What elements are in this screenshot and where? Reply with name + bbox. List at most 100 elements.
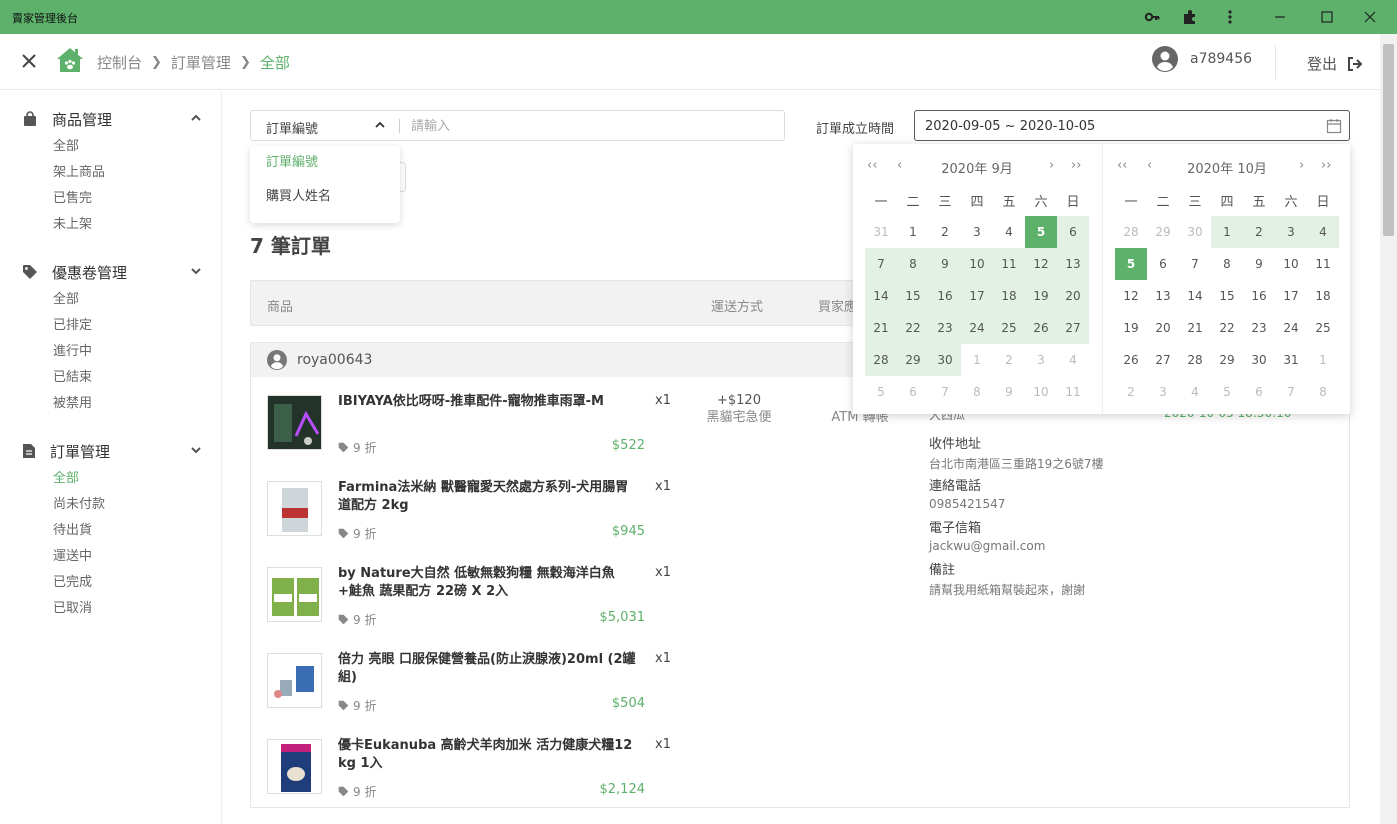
calendar-day[interactable]: 7 <box>1275 376 1307 408</box>
key-icon[interactable] <box>1144 8 1160 26</box>
calendar-day[interactable]: 2 <box>929 216 961 248</box>
calendar-day[interactable]: 26 <box>1115 344 1147 376</box>
next-month-icon[interactable]: › <box>1049 158 1054 173</box>
calendar-day[interactable]: 13 <box>1057 248 1089 280</box>
calendar-day[interactable]: 29 <box>1147 216 1179 248</box>
calendar-day[interactable]: 8 <box>897 248 929 280</box>
calendar-day[interactable]: 15 <box>1211 280 1243 312</box>
calendar-day[interactable]: 4 <box>1179 376 1211 408</box>
option-order-number[interactable]: 訂單編號 <box>250 146 400 180</box>
calendar-day[interactable]: 10 <box>1025 376 1057 408</box>
minimize-icon[interactable] <box>1274 8 1286 26</box>
search-field-select[interactable]: 訂單編號 <box>266 118 318 137</box>
calendar-day[interactable]: 14 <box>865 280 897 312</box>
calendar-day[interactable]: 2 <box>1243 216 1275 248</box>
calendar-day[interactable]: 30 <box>1179 216 1211 248</box>
calendar-day[interactable]: 7 <box>865 248 897 280</box>
calendar-day[interactable]: 11 <box>993 248 1025 280</box>
calendar-day[interactable]: 27 <box>1057 312 1089 344</box>
calendar-day[interactable]: 25 <box>993 312 1025 344</box>
sidebar-item-unlisted[interactable]: 未上架 <box>0 212 222 238</box>
calendar-day[interactable]: 1 <box>1307 344 1339 376</box>
calendar-day[interactable]: 19 <box>1115 312 1147 344</box>
scrollbar-thumb[interactable] <box>1383 44 1394 236</box>
next-year-icon[interactable]: ›› <box>1071 158 1081 173</box>
logout-button[interactable]: 登出 <box>1307 53 1363 74</box>
sidebar-section-header[interactable]: 訂單管理 <box>0 436 222 466</box>
sidebar-item-completed[interactable]: 已完成 <box>0 570 222 596</box>
calendar-day[interactable]: 26 <box>1025 312 1057 344</box>
calendar-day[interactable]: 15 <box>897 280 929 312</box>
calendar-day[interactable]: 12 <box>1025 248 1057 280</box>
calendar-day[interactable]: 30 <box>1243 344 1275 376</box>
calendar-day[interactable]: 11 <box>1057 376 1089 408</box>
sidebar-item-unpaid[interactable]: 尚未付款 <box>0 492 222 518</box>
calendar-day[interactable]: 17 <box>961 280 993 312</box>
calendar-day[interactable]: 30 <box>929 344 961 376</box>
calendar-day[interactable]: 6 <box>897 376 929 408</box>
calendar-day[interactable]: 24 <box>961 312 993 344</box>
calendar-day[interactable]: 18 <box>1307 280 1339 312</box>
house-logo-icon[interactable] <box>56 46 84 74</box>
calendar-day[interactable]: 9 <box>929 248 961 280</box>
page-scrollbar[interactable] <box>1380 34 1397 824</box>
calendar-day[interactable]: 9 <box>993 376 1025 408</box>
calendar-day[interactable]: 17 <box>1275 280 1307 312</box>
sidebar-item-shipping[interactable]: 運送中 <box>0 544 222 570</box>
calendar-day[interactable]: 9 <box>1243 248 1275 280</box>
calendar-day[interactable]: 4 <box>1307 216 1339 248</box>
calendar-day[interactable]: 12 <box>1115 280 1147 312</box>
date-range-input[interactable]: 2020-09-05 ~ 2020-10-05 <box>914 110 1350 141</box>
window-close-icon[interactable] <box>1364 8 1376 26</box>
buyer-username[interactable]: roya00643 <box>297 352 372 368</box>
next-year-icon[interactable]: ›› <box>1321 158 1331 173</box>
calendar-icon[interactable] <box>1326 118 1342 134</box>
list-item[interactable]: 倍力 亮眼 口服保健營養品(防止淚腺液)20ml (2罐組) x1 9 折 $5… <box>267 651 867 721</box>
search-input[interactable] <box>411 116 771 136</box>
calendar-day[interactable]: 19 <box>1025 280 1057 312</box>
calendar-day[interactable]: 1 <box>897 216 929 248</box>
calendar-day[interactable]: 21 <box>1179 312 1211 344</box>
sidebar-item-scheduled[interactable]: 已排定 <box>0 313 222 339</box>
calendar-day[interactable]: 23 <box>929 312 961 344</box>
calendar-day[interactable]: 7 <box>929 376 961 408</box>
option-buyer-name[interactable]: 購買人姓名 <box>250 180 400 214</box>
calendar-day[interactable]: 22 <box>1211 312 1243 344</box>
calendar-day[interactable]: 3 <box>1275 216 1307 248</box>
calendar-day[interactable]: 21 <box>865 312 897 344</box>
calendar-day[interactable]: 4 <box>1057 344 1089 376</box>
list-item[interactable]: 優卡Eukanuba 高齡犬羊肉加米 活力健康犬糧12 kg 1入 x1 9 折… <box>267 737 867 807</box>
calendar-day[interactable]: 28 <box>1115 216 1147 248</box>
calendar-day[interactable]: 22 <box>897 312 929 344</box>
calendar-day[interactable]: 31 <box>1275 344 1307 376</box>
calendar-day[interactable]: 4 <box>993 216 1025 248</box>
calendar-day[interactable]: 3 <box>1025 344 1057 376</box>
calendar-day[interactable]: 6 <box>1243 376 1275 408</box>
breadcrumb-dashboard[interactable]: 控制台 <box>97 52 142 73</box>
calendar-day[interactable]: 29 <box>897 344 929 376</box>
calendar-day[interactable]: 8 <box>1211 248 1243 280</box>
calendar-day[interactable]: 25 <box>1307 312 1339 344</box>
calendar-day[interactable]: 27 <box>1147 344 1179 376</box>
calendar-day[interactable]: 31 <box>865 216 897 248</box>
sidebar-item-sold-out[interactable]: 已售完 <box>0 186 222 212</box>
calendar-day[interactable]: 20 <box>1147 312 1179 344</box>
calendar-day[interactable]: 14 <box>1179 280 1211 312</box>
calendar-day[interactable]: 5 <box>1025 216 1057 248</box>
sidebar-item-disabled[interactable]: 被禁用 <box>0 391 222 417</box>
sidebar-item-on-shelf[interactable]: 架上商品 <box>0 160 222 186</box>
next-month-icon[interactable]: › <box>1299 158 1304 173</box>
calendar-day[interactable]: 5 <box>1211 376 1243 408</box>
calendar-day[interactable]: 5 <box>865 376 897 408</box>
calendar-day[interactable]: 29 <box>1211 344 1243 376</box>
sidebar-item-coupons-all[interactable]: 全部 <box>0 287 222 313</box>
calendar-day[interactable]: 8 <box>961 376 993 408</box>
calendar-day[interactable]: 1 <box>961 344 993 376</box>
user-menu[interactable]: a789456 <box>1152 46 1252 72</box>
sidebar-item-products-all[interactable]: 全部 <box>0 134 222 160</box>
calendar-day[interactable]: 24 <box>1275 312 1307 344</box>
calendar-day[interactable]: 2 <box>1115 376 1147 408</box>
sidebar-item-orders-all[interactable]: 全部 <box>0 466 222 492</box>
list-item[interactable]: by Nature大自然 低敏無穀狗糧 無穀海洋白魚+鮭魚 蔬果配方 22磅 X… <box>267 565 867 635</box>
extensions-icon[interactable] <box>1182 8 1198 26</box>
